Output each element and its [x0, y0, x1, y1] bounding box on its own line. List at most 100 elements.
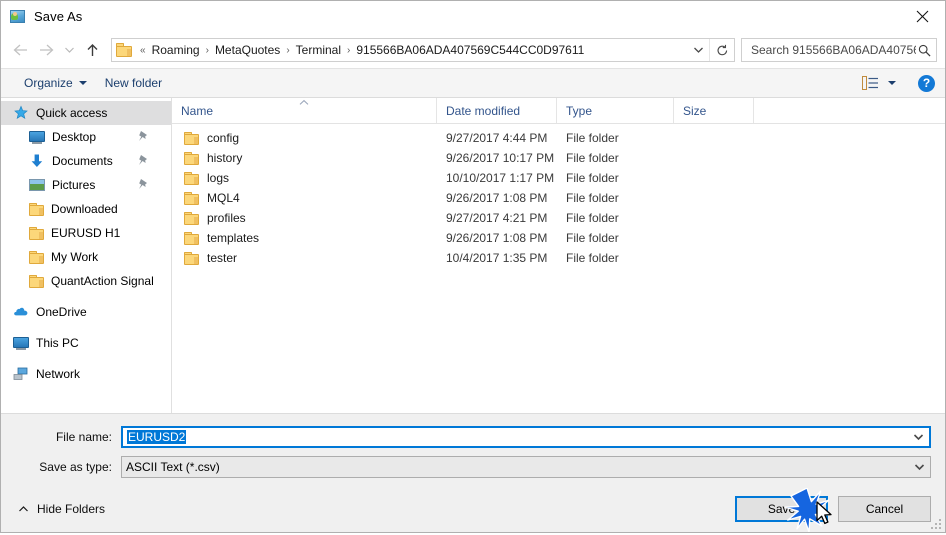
file-name-dropdown-button[interactable] — [907, 428, 929, 446]
cloud-icon — [13, 304, 29, 320]
file-name-cell: tester — [172, 248, 437, 268]
file-size-cell — [674, 208, 754, 228]
file-list-pane: Name Date modified Type Size config 9/27… — [172, 98, 945, 413]
organize-button[interactable]: Organize — [15, 73, 96, 93]
address-bar[interactable]: « Roaming › MetaQuotes › Terminal › 9155… — [111, 38, 735, 62]
search-input[interactable] — [749, 42, 918, 58]
file-name: MQL4 — [207, 191, 240, 205]
save-as-app-icon — [10, 9, 26, 25]
refresh-icon — [717, 44, 727, 55]
recent-locations-button[interactable] — [59, 37, 79, 63]
sidebar-item-network[interactable]: Network — [1, 362, 171, 386]
file-name-input[interactable]: EURUSD2 — [121, 426, 931, 448]
sidebar-item-label: Network — [36, 367, 81, 381]
breadcrumb-separator: › — [205, 44, 209, 56]
cancel-button[interactable]: Cancel — [838, 496, 931, 522]
table-row[interactable]: profiles 9/27/2017 4:21 PM File folder — [172, 208, 945, 228]
back-button[interactable] — [7, 37, 33, 63]
file-name-row: File name: EURUSD2 — [15, 426, 931, 448]
save-button[interactable]: Save — [735, 496, 828, 522]
table-row[interactable]: tester 10/4/2017 1:35 PM File folder — [172, 248, 945, 268]
column-header-name[interactable]: Name — [172, 98, 437, 123]
table-row[interactable]: logs 10/10/2017 1:17 PM File folder — [172, 168, 945, 188]
column-header-type[interactable]: Type — [557, 98, 674, 123]
chevron-down-icon — [914, 464, 924, 471]
sidebar-item-label: My Work — [51, 250, 99, 264]
pin-icon[interactable] — [137, 154, 149, 167]
pin-icon[interactable] — [137, 130, 149, 143]
chevron-down-icon — [913, 434, 923, 441]
folder-icon — [184, 211, 199, 225]
hide-folders-label: Hide Folders — [37, 502, 106, 516]
file-date-cell: 9/27/2017 4:44 PM — [446, 131, 548, 145]
file-size-cell — [674, 128, 754, 148]
column-header-date-modified[interactable]: Date modified — [437, 98, 557, 123]
sidebar-item-pictures[interactable]: Pictures — [1, 173, 171, 197]
save-as-type-value: ASCII Text (*.csv) — [126, 460, 220, 474]
file-date-cell: 9/26/2017 10:17 PM — [446, 151, 555, 165]
pin-icon[interactable] — [137, 178, 149, 191]
save-as-type-row: Save as type: ASCII Text (*.csv) — [15, 456, 931, 478]
file-name-cell: config — [172, 128, 437, 148]
star-icon — [13, 105, 29, 121]
sidebar-item-quantaction-signal[interactable]: QuantAction Signal — [1, 269, 171, 293]
help-label: ? — [922, 76, 931, 90]
file-date-cell: 10/10/2017 1:17 PM — [446, 171, 555, 185]
help-button[interactable]: ? — [918, 74, 935, 92]
table-row[interactable]: MQL4 9/26/2017 1:08 PM File folder — [172, 188, 945, 208]
sidebar-item-my-work[interactable]: My Work — [1, 245, 171, 269]
table-row[interactable]: config 9/27/2017 4:44 PM File folder — [172, 128, 945, 148]
breadcrumb-item-terminal[interactable]: Terminal — [293, 41, 344, 59]
new-folder-button[interactable]: New folder — [96, 73, 171, 93]
save-as-type-dropdown-button[interactable] — [908, 457, 930, 477]
file-type-cell: File folder — [566, 211, 619, 225]
sidebar-item-label: Quick access — [36, 106, 108, 120]
breadcrumb-item-roaming[interactable]: Roaming — [149, 41, 203, 59]
column-header-size[interactable]: Size — [674, 98, 754, 123]
folder-icon — [29, 274, 44, 288]
up-arrow-icon — [87, 43, 97, 56]
column-header-filler — [754, 98, 945, 123]
up-button[interactable] — [79, 37, 105, 63]
hide-folders-button[interactable]: Hide Folders — [15, 498, 108, 520]
forward-button[interactable] — [33, 37, 59, 63]
sidebar-item-desktop[interactable]: Desktop — [1, 125, 171, 149]
file-name-value-wrap: EURUSD2 — [123, 430, 907, 444]
file-type-cell: File folder — [566, 231, 619, 245]
sidebar-item-label: Documents — [52, 154, 113, 168]
breadcrumb-item-metaquotes[interactable]: MetaQuotes — [212, 41, 283, 59]
file-date-cell: 9/26/2017 1:08 PM — [446, 231, 548, 245]
resize-grip[interactable] — [929, 517, 941, 529]
monitor-icon — [29, 129, 45, 145]
sidebar-item-downloaded[interactable]: Downloaded — [1, 197, 171, 221]
save-as-type-select[interactable]: ASCII Text (*.csv) — [121, 456, 931, 478]
new-folder-label: New folder — [104, 76, 163, 90]
picture-icon — [29, 177, 45, 193]
download-arrow-icon — [29, 153, 45, 169]
file-size-cell — [674, 148, 754, 168]
search-box[interactable] — [741, 38, 937, 62]
sidebar-item-onedrive[interactable]: OneDrive — [1, 300, 171, 324]
sidebar-item-quick-access[interactable]: Quick access — [1, 101, 171, 125]
folder-icon — [184, 131, 199, 145]
table-row[interactable]: templates 9/26/2017 1:08 PM File folder — [172, 228, 945, 248]
file-name: history — [207, 151, 243, 165]
breadcrumb-item-terminal-id[interactable]: 915566BA06ADA407569C544CC0D97611 — [353, 41, 587, 59]
table-row[interactable]: history 9/26/2017 10:17 PM File folder — [172, 148, 945, 168]
navigation-sidebar: Quick access Desktop Documents Pictures … — [1, 98, 172, 413]
sidebar-item-this-pc[interactable]: This PC — [1, 331, 171, 355]
sidebar-item-documents[interactable]: Documents — [1, 149, 171, 173]
sidebar-item-eurusd-h1[interactable]: EURUSD H1 — [1, 221, 171, 245]
sidebar-item-label: This PC — [36, 336, 79, 350]
file-size-cell — [674, 188, 754, 208]
sidebar-item-label: OneDrive — [36, 305, 87, 319]
refresh-button[interactable] — [709, 39, 734, 61]
address-dropdown-button[interactable] — [687, 39, 709, 61]
column-header-label: Size — [683, 103, 707, 118]
file-date-cell: 10/4/2017 1:35 PM — [446, 251, 548, 265]
folder-icon — [116, 43, 132, 57]
file-size-cell — [674, 228, 754, 248]
sidebar-item-label: Desktop — [52, 130, 97, 144]
close-button[interactable] — [899, 1, 945, 31]
view-options-button[interactable] — [854, 76, 904, 90]
